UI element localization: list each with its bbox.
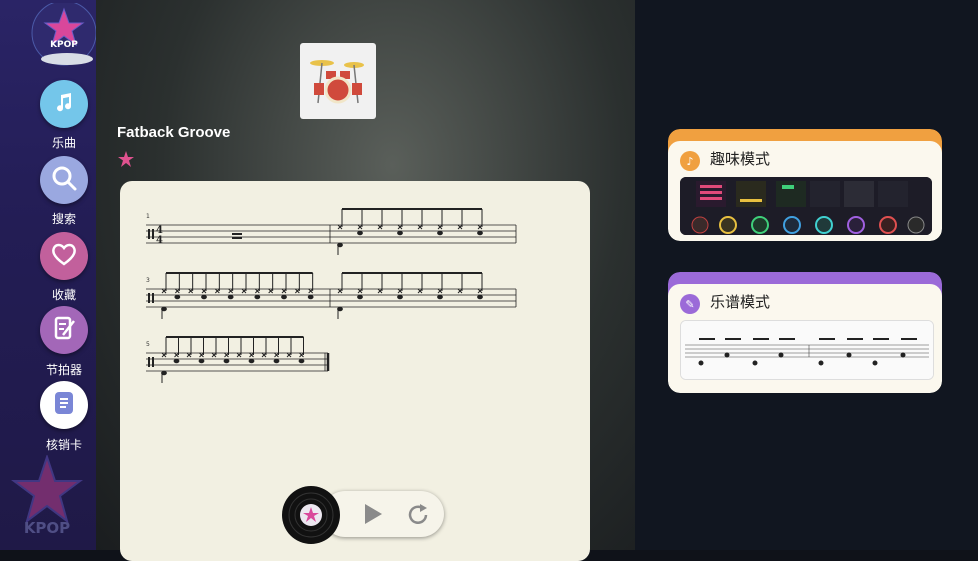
note-head xyxy=(437,230,443,236)
drum-kit-thumbnail xyxy=(300,43,376,119)
score-mode-card[interactable]: ✎ 乐谱模式 xyxy=(668,272,942,393)
svg-text:3: 3 xyxy=(146,277,150,284)
watermark-logo: KPOP xyxy=(10,453,84,537)
note-head xyxy=(174,294,181,300)
sidebar-item-label: 节拍器 xyxy=(45,363,82,377)
note-head xyxy=(201,294,207,300)
fun-mode-card[interactable]: ♪ 趣味模式 xyxy=(668,129,942,241)
card-body: ✎ 乐谱模式 xyxy=(668,284,942,393)
card-icon xyxy=(52,390,76,420)
note-head xyxy=(281,294,287,300)
note-head xyxy=(307,294,314,300)
svg-text:KPOP: KPOP xyxy=(50,40,78,50)
note-head xyxy=(357,294,363,300)
note-head xyxy=(198,358,205,364)
sidebar-item-card[interactable] xyxy=(40,381,88,429)
sidebar-item-label: 乐曲 xyxy=(51,136,76,150)
note-head xyxy=(437,294,443,300)
sidebar-item-label: 核销卡 xyxy=(45,438,82,452)
vinyl-disc-icon[interactable] xyxy=(282,486,340,548)
music-note-icon xyxy=(52,90,76,118)
mode-title: 趣味模式 xyxy=(710,150,771,168)
note-head xyxy=(223,358,230,364)
note-head xyxy=(273,358,280,364)
svg-text:KPOP: KPOP xyxy=(24,519,70,537)
svg-text:1: 1 xyxy=(146,213,150,220)
sidebar-item-search[interactable] xyxy=(40,156,88,204)
player-controls xyxy=(282,486,450,544)
svg-text:5: 5 xyxy=(146,341,150,348)
sidebar-item-label: 收藏 xyxy=(51,288,76,302)
score-mode-preview xyxy=(680,320,934,380)
note-head xyxy=(357,230,363,236)
sidebar-item-songs[interactable] xyxy=(40,80,88,128)
heart-icon xyxy=(50,241,78,271)
sidebar: KPOP 乐曲 搜索 收藏 节拍器 核销卡 KPOP xyxy=(0,0,99,550)
note-head xyxy=(227,294,234,300)
play-icon[interactable] xyxy=(360,501,386,531)
music-note-icon: ♪ xyxy=(680,151,700,171)
note-head xyxy=(298,358,305,364)
note-head xyxy=(397,294,403,300)
metronome-icon xyxy=(51,315,77,345)
song-title: Fatback Groove xyxy=(117,124,231,141)
note-head xyxy=(477,230,483,236)
sidebar-item-metronome[interactable] xyxy=(40,306,88,354)
score-edit-icon: ✎ xyxy=(680,294,700,314)
sidebar-item-favorites[interactable] xyxy=(40,232,88,280)
note-head xyxy=(397,230,403,236)
note-head xyxy=(477,294,483,300)
player-pill xyxy=(322,491,444,537)
search-icon xyxy=(50,164,78,196)
note-head xyxy=(254,294,261,300)
note-head xyxy=(173,358,180,364)
note-head xyxy=(248,358,255,364)
card-body: ♪ 趣味模式 xyxy=(668,141,942,241)
svg-text:4: 4 xyxy=(156,235,163,246)
replay-icon[interactable] xyxy=(404,501,432,533)
main-area: Fatback Groove 1 3 5 4 4 xyxy=(96,0,635,561)
mode-panel: ♪ 趣味模式 ✎ 乐谱模式 xyxy=(635,0,978,550)
fun-mode-preview xyxy=(680,177,932,235)
mode-title: 乐谱模式 xyxy=(710,293,771,311)
app-logo: KPOP xyxy=(31,0,99,67)
sidebar-item-label: 搜索 xyxy=(51,212,76,226)
favorite-star-icon[interactable] xyxy=(117,150,135,172)
